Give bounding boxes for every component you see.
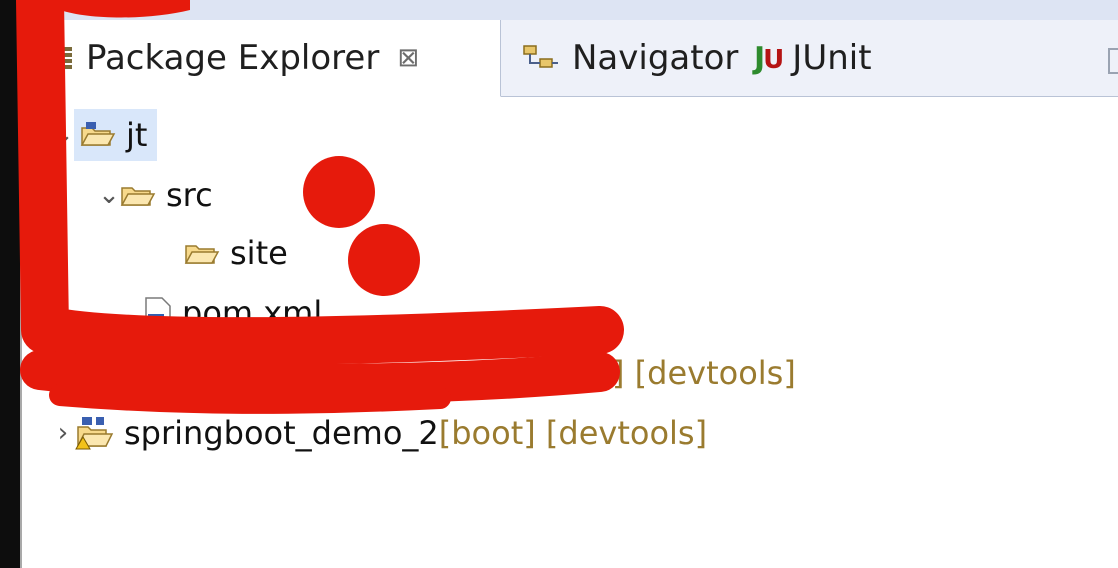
red-dot-annotation <box>348 224 420 296</box>
red-dot-annotation <box>303 156 375 228</box>
red-annotation-scribble <box>16 0 624 414</box>
